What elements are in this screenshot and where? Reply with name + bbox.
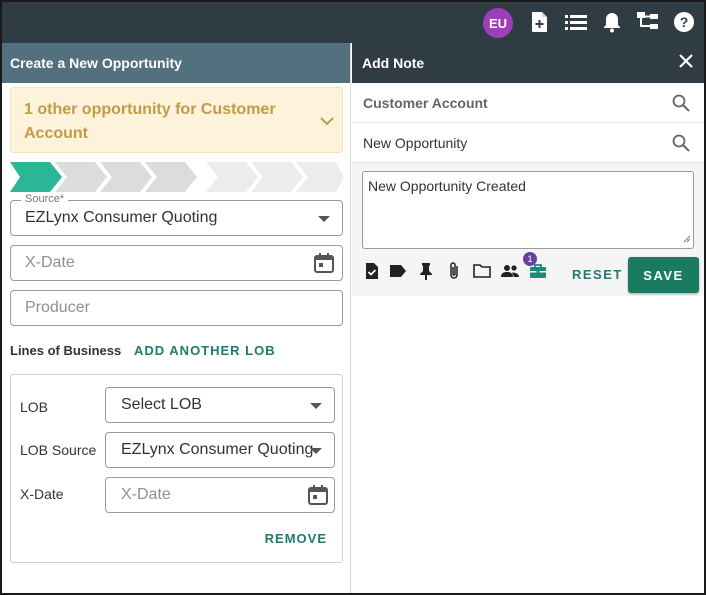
step-2: [55, 162, 107, 192]
source-select[interactable]: Source* EZLynx Consumer Quoting: [10, 193, 343, 236]
source-legend: Source*: [21, 193, 69, 205]
step-3: [100, 162, 152, 192]
lob-label: LOB: [20, 399, 49, 415]
panel-title: Create a New Opportunity: [2, 43, 350, 83]
add-document-icon[interactable]: [528, 10, 552, 34]
lob-select-value: Select LOB: [121, 396, 202, 413]
step-7: [296, 162, 344, 192]
remove-lob-button[interactable]: REMOVE: [265, 531, 327, 546]
source-value: EZLynx Consumer Quoting: [25, 209, 218, 226]
close-icon[interactable]: [678, 53, 694, 72]
step-5: [206, 162, 258, 192]
svg-text:?: ?: [680, 14, 689, 30]
app-window: EU ? Create a New Opportunity 1 other op…: [0, 0, 706, 595]
reset-button[interactable]: RESET: [572, 267, 623, 282]
calendar-icon[interactable]: [308, 485, 328, 510]
lob-source-select[interactable]: EZLynx Consumer Quoting: [105, 432, 335, 468]
lob-source-value: EZLynx Consumer Quoting: [121, 441, 314, 458]
note-textarea[interactable]: New Opportunity Created: [362, 171, 694, 249]
hierarchy-icon[interactable]: [636, 10, 660, 34]
alert-text: 1 other opportunity for Customer Account: [24, 101, 276, 142]
dropdown-caret-icon: [310, 448, 322, 454]
dropdown-caret-icon: [310, 403, 322, 409]
help-icon[interactable]: ?: [672, 10, 696, 34]
create-opportunity-panel: Create a New Opportunity 1 other opportu…: [2, 43, 351, 593]
save-button[interactable]: SAVE: [628, 257, 699, 293]
step-6: [251, 162, 303, 192]
pin-icon[interactable]: [416, 261, 436, 281]
panel-title: Add Note: [362, 55, 425, 71]
producer-placeholder: Producer: [25, 299, 90, 316]
lob-select[interactable]: Select LOB: [105, 387, 335, 423]
note-editor-area: New Opportunity Created 1 RESET SAVE: [352, 163, 704, 296]
add-note-header: Add Note: [352, 43, 704, 83]
lob-xdate-input[interactable]: X-Date: [105, 477, 335, 513]
lob-card: LOB Select LOB LOB Source EZLynx Consume…: [10, 374, 343, 563]
producer-input[interactable]: Producer: [10, 290, 343, 326]
attachment-icon[interactable]: [444, 261, 464, 281]
folder-icon[interactable]: [472, 261, 492, 281]
note-text: New Opportunity Created: [368, 178, 526, 194]
progress-stepper: [10, 162, 344, 192]
customer-account-value: Customer Account: [363, 95, 488, 111]
xdate-input[interactable]: X-Date: [10, 245, 343, 281]
xdate-placeholder: X-Date: [25, 254, 75, 271]
lob-xdate-placeholder: X-Date: [121, 486, 171, 503]
briefcase-icon[interactable]: [528, 261, 548, 281]
tag-icon[interactable]: [388, 261, 408, 281]
resize-grip-icon[interactable]: [683, 230, 691, 246]
dropdown-caret-icon: [318, 216, 330, 222]
user-avatar[interactable]: EU: [483, 8, 513, 38]
search-icon[interactable]: [672, 94, 690, 115]
chevron-down-icon[interactable]: [320, 110, 334, 134]
customer-account-search[interactable]: Customer Account: [352, 83, 704, 123]
add-note-panel: Add Note Customer Account New Opportunit…: [352, 43, 704, 593]
lob-xdate-label: X-Date: [20, 486, 64, 502]
step-4: [145, 162, 197, 192]
bell-icon[interactable]: [600, 10, 624, 34]
top-bar: EU ?: [2, 2, 704, 43]
opportunity-search[interactable]: New Opportunity: [352, 123, 704, 163]
task-icon[interactable]: [362, 261, 382, 281]
opportunity-value: New Opportunity: [363, 135, 468, 151]
other-opportunity-alert[interactable]: 1 other opportunity for Customer Account: [10, 87, 343, 153]
people-icon[interactable]: [500, 261, 520, 281]
lob-source-label: LOB Source: [20, 442, 97, 458]
search-icon[interactable]: [672, 134, 690, 155]
add-another-lob-button[interactable]: ADD ANOTHER LOB: [134, 343, 276, 358]
step-1: [10, 162, 62, 192]
lines-of-business-title: Lines of Business: [10, 343, 122, 358]
list-icon[interactable]: [564, 10, 588, 34]
calendar-icon[interactable]: [314, 253, 334, 278]
